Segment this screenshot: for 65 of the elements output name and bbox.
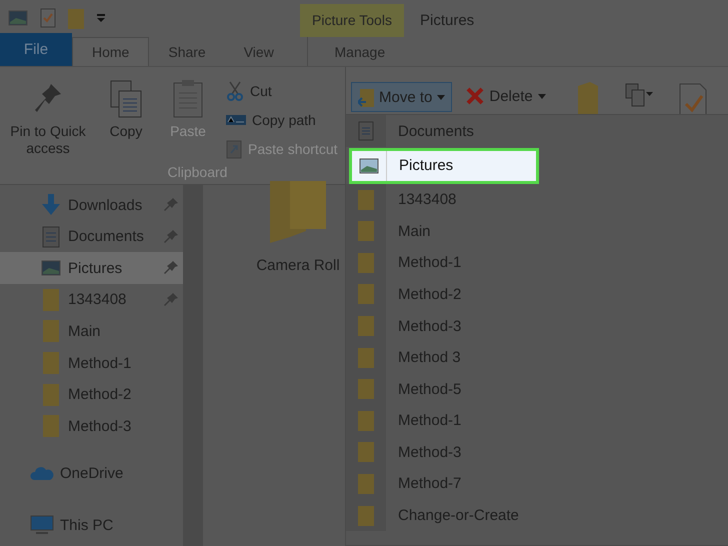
scissors-icon — [226, 80, 244, 101]
cloud-icon — [30, 465, 54, 481]
document-icon — [358, 121, 374, 142]
folder-icon — [40, 415, 62, 438]
caret-icon — [437, 94, 446, 100]
document-icon — [40, 226, 62, 248]
folder-icon — [358, 190, 374, 210]
folder-icon — [358, 506, 374, 526]
checklist-icon[interactable] — [40, 8, 56, 28]
caret-icon — [538, 94, 546, 99]
ribbon-tab[interactable]: Home — [72, 36, 150, 66]
folder-icon — [358, 252, 374, 273]
folder-icon — [40, 288, 62, 311]
pin-icon[interactable] — [164, 292, 178, 307]
pin-icon[interactable] — [164, 261, 178, 276]
computer-icon — [30, 515, 54, 535]
delete-icon — [466, 87, 484, 106]
ribbon-tab[interactable]: File — [0, 32, 72, 66]
copy-icon[interactable] — [624, 82, 654, 108]
shortcut-icon — [226, 138, 242, 159]
picture-icon — [359, 158, 379, 174]
scrollbar[interactable] — [183, 185, 203, 546]
navigation-item[interactable]: Method-2 — [0, 378, 183, 410]
download-icon — [40, 194, 62, 216]
navigation-item[interactable]: Main — [0, 316, 183, 348]
pin-icon[interactable] — [164, 198, 178, 212]
navigation-item[interactable]: OneDrive — [0, 442, 183, 494]
pin-icon[interactable] — [164, 230, 178, 244]
folder-icon — [358, 316, 374, 336]
ribbon-button[interactable]: Pin to Quick access — [0, 79, 96, 160]
folder-icon — [40, 320, 62, 342]
navigation-item[interactable]: This PC — [0, 494, 183, 546]
ribbon-button[interactable]: Cut — [226, 79, 338, 102]
navigation-item[interactable]: Downloads — [0, 189, 183, 221]
ribbon-button[interactable]: Copy path — [226, 108, 338, 132]
ribbon-button[interactable]: Move to — [351, 82, 452, 112]
picture-icon — [40, 260, 62, 276]
window-title: Pictures — [419, 11, 474, 31]
move-folder-icon — [358, 87, 374, 108]
picture-icon[interactable] — [8, 10, 28, 26]
menu-item[interactable]: Pictures — [349, 148, 539, 184]
folder-icon — [358, 221, 374, 242]
copy-icon — [109, 79, 143, 120]
folder-icon — [358, 379, 374, 400]
folder-icon — [40, 352, 62, 374]
navigation-item[interactable]: Method-3 — [0, 410, 183, 442]
navigation-item[interactable]: Pictures — [0, 252, 183, 284]
folder-icon[interactable] — [68, 7, 84, 30]
folder-icon — [358, 284, 374, 304]
folder-icon — [40, 384, 62, 406]
path-icon — [226, 114, 246, 126]
folder-icon[interactable] — [576, 82, 600, 116]
clipboard-icon — [172, 79, 204, 120]
dropdown-icon[interactable] — [96, 13, 106, 24]
folder-icon — [358, 442, 374, 462]
contextual-tab-header: Picture Tools — [300, 4, 404, 37]
ribbon-button[interactable]: Delete — [460, 82, 552, 110]
navigation-item[interactable]: 1343408 — [0, 284, 183, 316]
ribbon-button[interactable]: Copy — [98, 79, 154, 160]
folder-icon — [358, 348, 374, 368]
navigation-item[interactable]: Documents — [0, 220, 183, 252]
folder-item[interactable]: Camera Roll — [253, 181, 343, 274]
navigation-item[interactable]: Method-1 — [0, 347, 183, 379]
folder-icon — [358, 410, 374, 431]
folder-icon — [358, 474, 374, 494]
